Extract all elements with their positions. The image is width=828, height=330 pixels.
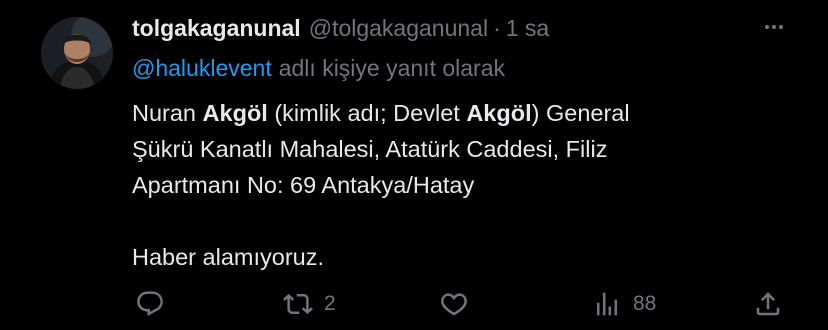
more-dot [772,25,776,29]
views-icon [597,292,617,316]
views-count: 88 [633,292,657,315]
more-options-icon[interactable] [761,17,787,37]
tweet-text-line-3: Apartmanı No: 69 Antakya/Hatay [132,172,475,198]
retweet-icon [283,293,313,315]
reply-context: @haluklevent adlı kişiye yanıt olarak [132,53,505,83]
tweet-text-line-1: Nuran Akgöl (kimlik adı; Devlet Akgöl) G… [132,95,772,131]
timestamp[interactable]: 1 sa [506,15,549,42]
retweet-count: 2 [324,292,336,315]
bold-text-segment: Akgöl [202,100,268,126]
avatar[interactable] [41,17,113,89]
retweet-button[interactable]: 2 [283,287,336,321]
tweet-header: tolgakaganunal @tolgakaganunal · 1 sa [132,13,549,43]
views-button[interactable]: 88 [592,287,656,321]
tweet-text-line-2: Şükrü Kanatlı Mahalesi, Atatürk Caddesi,… [132,136,608,162]
reply-button[interactable] [135,287,165,321]
more-dot [779,25,783,29]
reply-mention-link[interactable]: @haluklevent [132,55,272,82]
like-button[interactable] [439,287,469,321]
like-icon [441,293,467,316]
reply-context-text: adlı kişiye yanıt olarak [278,54,505,81]
user-handle[interactable]: @tolgakaganunal [309,15,488,42]
tweet-text-line-4: Haber alamıyoruz. [132,244,324,270]
text-segment: ) General [531,100,630,126]
tweet-text: Nuran Akgöl (kimlik adı; Devlet Akgöl) G… [132,95,772,275]
bold-text-segment: Akgöl [466,100,532,126]
share-icon [756,292,780,316]
share-button[interactable] [753,287,783,321]
action-bar: 2 88 [0,287,828,321]
more-dot [765,25,769,29]
reply-icon [137,291,163,317]
separator-dot: · [493,14,501,41]
text-segment: Nuran [132,100,203,126]
display-name[interactable]: tolgakaganunal [132,15,301,42]
text-segment: (kimlik adı; Devlet [267,100,467,126]
tweet[interactable]: tolgakaganunal @tolgakaganunal · 1 sa @h… [0,0,828,330]
